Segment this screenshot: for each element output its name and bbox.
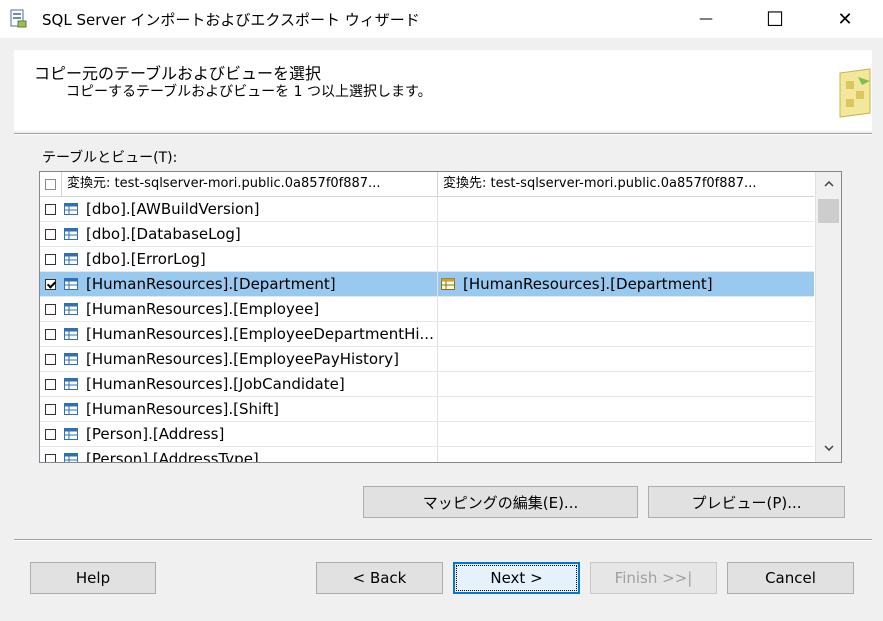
minimize-button[interactable]: — — [683, 0, 729, 38]
title-bar[interactable]: SQL Server インポートおよびエクスポート ウィザード — ☐ ✕ — [0, 0, 883, 38]
table-icon — [64, 228, 78, 240]
destination-cell[interactable] — [438, 222, 814, 246]
table-icon — [64, 203, 78, 215]
row-checkbox[interactable] — [45, 353, 56, 365]
select-all-checkbox[interactable] — [45, 178, 56, 190]
source-table-name: [HumanResources].[Department] — [86, 275, 336, 293]
import-export-app-icon — [10, 9, 27, 28]
close-button[interactable]: ✕ — [822, 0, 868, 38]
tables-views-grid[interactable]: 変換元: test-sqlserver-mori.public.0a857f0f… — [39, 171, 842, 463]
page-subtitle: コピーするテーブルおよびビューを 1 つ以上選択します。 — [66, 84, 432, 100]
close-icon: ✕ — [837, 8, 853, 30]
table-row[interactable]: [dbo].[DatabaseLog] — [40, 222, 814, 247]
finish-button[interactable]: Finish >>| — [590, 562, 717, 594]
maximize-button[interactable]: ☐ — [752, 0, 798, 38]
source-table-name: [dbo].[DatabaseLog] — [86, 225, 241, 243]
footer-separator — [14, 539, 872, 541]
table-row[interactable]: [HumanResources].[EmployeeDepartmentHi..… — [40, 322, 814, 347]
minimize-icon: — — [699, 11, 713, 27]
table-row[interactable]: [Person].[AddressType] — [40, 447, 814, 463]
destination-cell[interactable] — [438, 372, 814, 396]
grid-header: 変換元: test-sqlserver-mori.public.0a857f0f… — [40, 172, 814, 197]
source-table-name: [Person].[Address] — [86, 425, 225, 443]
table-row[interactable]: [dbo].[AWBuildVersion] — [40, 197, 814, 222]
source-table-name: [HumanResources].[EmployeeDepartmentHi..… — [86, 325, 434, 343]
row-checkbox[interactable] — [45, 378, 56, 390]
table-row[interactable]: [HumanResources].[EmployeePayHistory] — [40, 347, 814, 372]
destination-table-name: [HumanResources].[Department] — [463, 275, 713, 293]
source-table-name: [dbo].[AWBuildVersion] — [86, 200, 260, 218]
row-checkbox[interactable] — [45, 228, 56, 240]
table-icon — [64, 328, 78, 340]
scrollbar-thumb[interactable] — [818, 199, 839, 223]
table-row-selected[interactable]: [HumanResources].[Department] [HumanReso… — [40, 272, 814, 297]
wizard-window: SQL Server インポートおよびエクスポート ウィザード — ☐ ✕ コピ… — [0, 0, 883, 621]
row-checkbox[interactable] — [45, 403, 56, 415]
destination-cell[interactable] — [438, 197, 814, 221]
destination-cell[interactable] — [438, 297, 814, 321]
destination-cell[interactable] — [438, 447, 814, 462]
grid-rows: [dbo].[AWBuildVersion] [dbo].[DatabaseLo… — [40, 197, 814, 463]
destination-cell[interactable] — [438, 247, 814, 271]
cancel-button[interactable]: Cancel — [727, 562, 854, 594]
row-checkbox[interactable] — [45, 428, 56, 440]
destination-column-header[interactable]: 変換先: test-sqlserver-mori.public.0a857f0f… — [438, 172, 814, 196]
wizard-header: コピー元のテーブルおよびビューを選択 コピーするテーブルおよびビューを 1 つ以… — [14, 50, 872, 131]
source-table-name: [Person].[AddressType] — [86, 450, 259, 463]
source-table-name: [HumanResources].[EmployeePayHistory] — [86, 350, 399, 368]
row-checkbox[interactable] — [45, 203, 56, 215]
destination-cell[interactable] — [438, 347, 814, 371]
preview-button[interactable]: プレビュー(P)... — [648, 486, 845, 518]
source-column-header[interactable]: 変換元: test-sqlserver-mori.public.0a857f0f… — [62, 172, 438, 196]
row-checkbox[interactable] — [45, 453, 56, 462]
row-checkbox[interactable] — [45, 253, 56, 265]
table-row[interactable]: [HumanResources].[Employee] — [40, 297, 814, 322]
table-icon — [64, 453, 78, 462]
row-checkbox-checked[interactable] — [45, 278, 56, 290]
header-separator — [14, 133, 872, 135]
scroll-down-icon[interactable] — [816, 436, 841, 460]
destination-cell[interactable] — [438, 397, 814, 421]
destination-cell[interactable]: [HumanResources].[Department] — [438, 272, 814, 296]
back-button[interactable]: < Back — [316, 562, 443, 594]
destination-cell[interactable] — [438, 322, 814, 346]
table-row[interactable]: [dbo].[ErrorLog] — [40, 247, 814, 272]
table-icon — [64, 303, 78, 315]
table-row[interactable]: [HumanResources].[JobCandidate] — [40, 372, 814, 397]
edit-mappings-button[interactable]: マッピングの編集(E)... — [363, 486, 638, 518]
table-icon — [64, 353, 78, 365]
select-all-header[interactable] — [40, 172, 62, 196]
destination-cell[interactable] — [438, 422, 814, 446]
next-button[interactable]: Next > — [453, 562, 580, 594]
table-row[interactable]: [HumanResources].[Shift] — [40, 397, 814, 422]
grid-vertical-scrollbar[interactable] — [815, 172, 841, 462]
table-icon — [64, 403, 78, 415]
source-table-name: [dbo].[ErrorLog] — [86, 250, 206, 268]
table-icon — [64, 278, 78, 290]
table-icon — [64, 428, 78, 440]
source-table-name: [HumanResources].[Employee] — [86, 300, 320, 318]
scroll-up-icon[interactable] — [816, 172, 841, 196]
maximize-icon: ☐ — [766, 7, 784, 31]
wizard-banner-icon — [839, 68, 871, 118]
window-title: SQL Server インポートおよびエクスポート ウィザード — [42, 11, 420, 29]
help-button[interactable]: Help — [30, 562, 156, 594]
source-table-name: [HumanResources].[JobCandidate] — [86, 375, 345, 393]
source-table-name: [HumanResources].[Shift] — [86, 400, 279, 418]
tables-views-label: テーブルとビュー(T): — [42, 150, 178, 166]
row-checkbox[interactable] — [45, 328, 56, 340]
row-checkbox[interactable] — [45, 303, 56, 315]
table-row[interactable]: [Person].[Address] — [40, 422, 814, 447]
destination-table-icon — [441, 278, 455, 290]
table-icon — [64, 378, 78, 390]
table-icon — [64, 253, 78, 265]
